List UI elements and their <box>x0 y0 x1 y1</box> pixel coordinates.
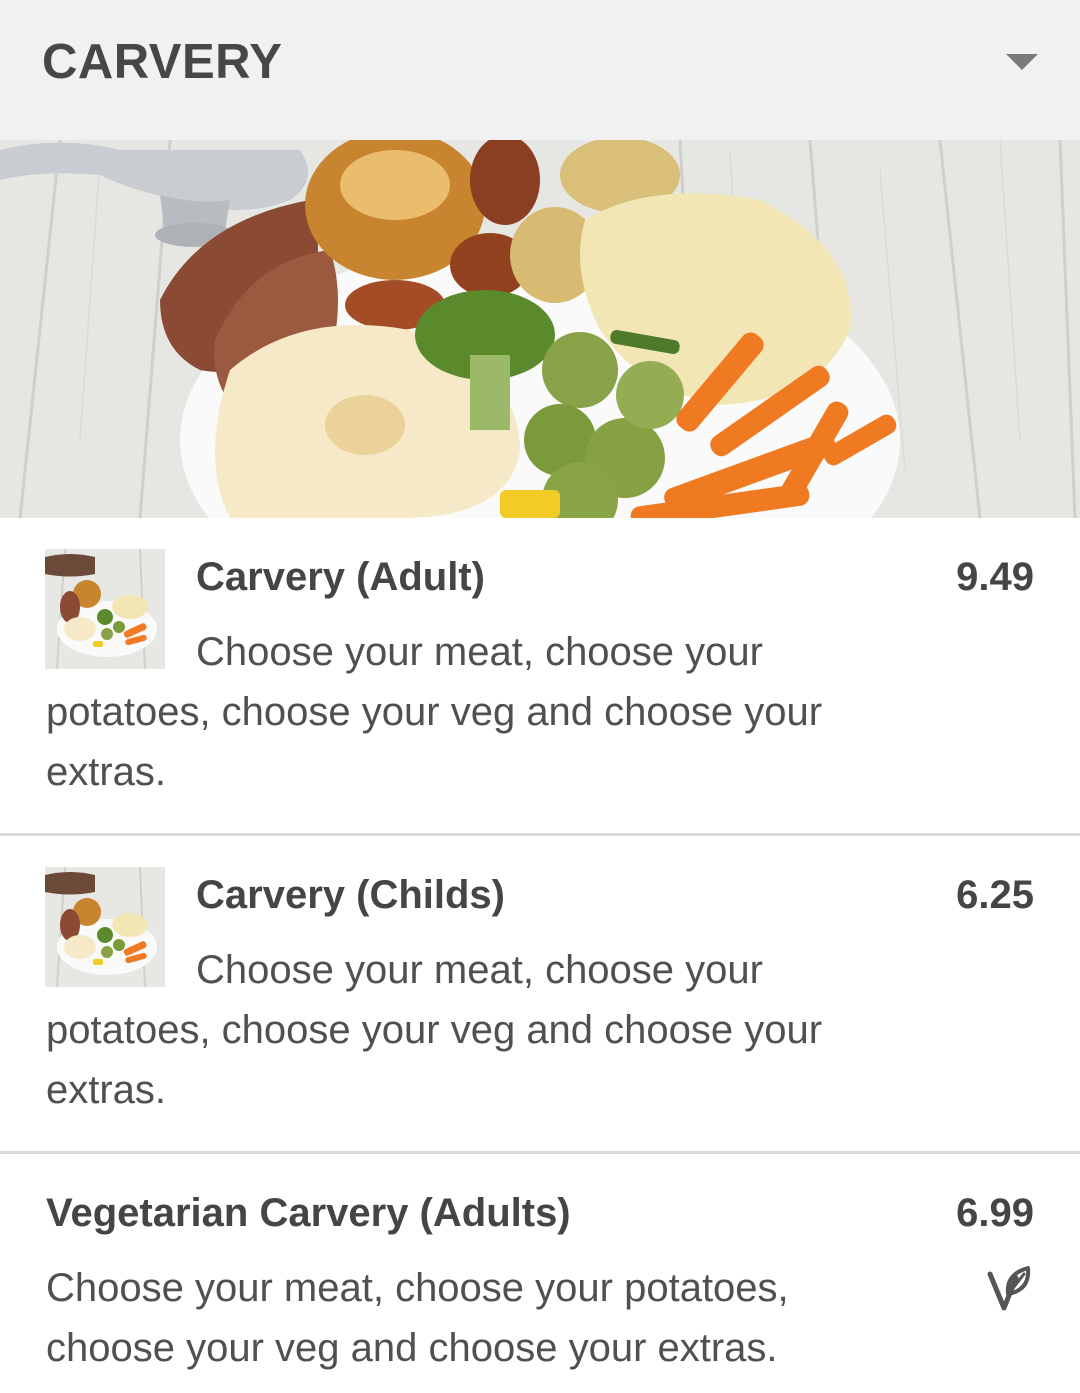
menu-item-price: 9.49 <box>956 555 1034 599</box>
menu-item-description: Choose your meat, choose your potatoes, … <box>46 948 823 1112</box>
menu-item-carvery-childs[interactable]: Carvery (Childs) 6.25 Choose your meat, … <box>0 836 1080 1152</box>
menu-item-title: Carvery (Childs) <box>196 873 505 917</box>
menu-item-title: Vegetarian Carvery (Adults) <box>46 1191 571 1235</box>
menu-item-description: Choose your meat, choose your potatoes, … <box>46 1266 789 1370</box>
section-title: CARVERY <box>42 35 283 89</box>
menu-item-price: 6.25 <box>956 873 1034 917</box>
section-banner-image <box>0 140 1080 518</box>
vegetarian-icon <box>986 1264 1032 1314</box>
menu-item-price: 6.99 <box>956 1191 1034 1235</box>
section-header[interactable]: CARVERY <box>0 0 1080 140</box>
chevron-down-icon[interactable] <box>1006 54 1038 70</box>
menu-item-carvery-adult[interactable]: Carvery (Adult) 9.49 Choose your meat, c… <box>0 518 1080 834</box>
menu-item-vegetarian-carvery-adults[interactable]: Vegetarian Carvery (Adults) 6.99 Choose … <box>0 1154 1080 1393</box>
menu-item-title: Carvery (Adult) <box>196 555 485 599</box>
menu-item-description: Choose your meat, choose your potatoes, … <box>46 630 823 794</box>
